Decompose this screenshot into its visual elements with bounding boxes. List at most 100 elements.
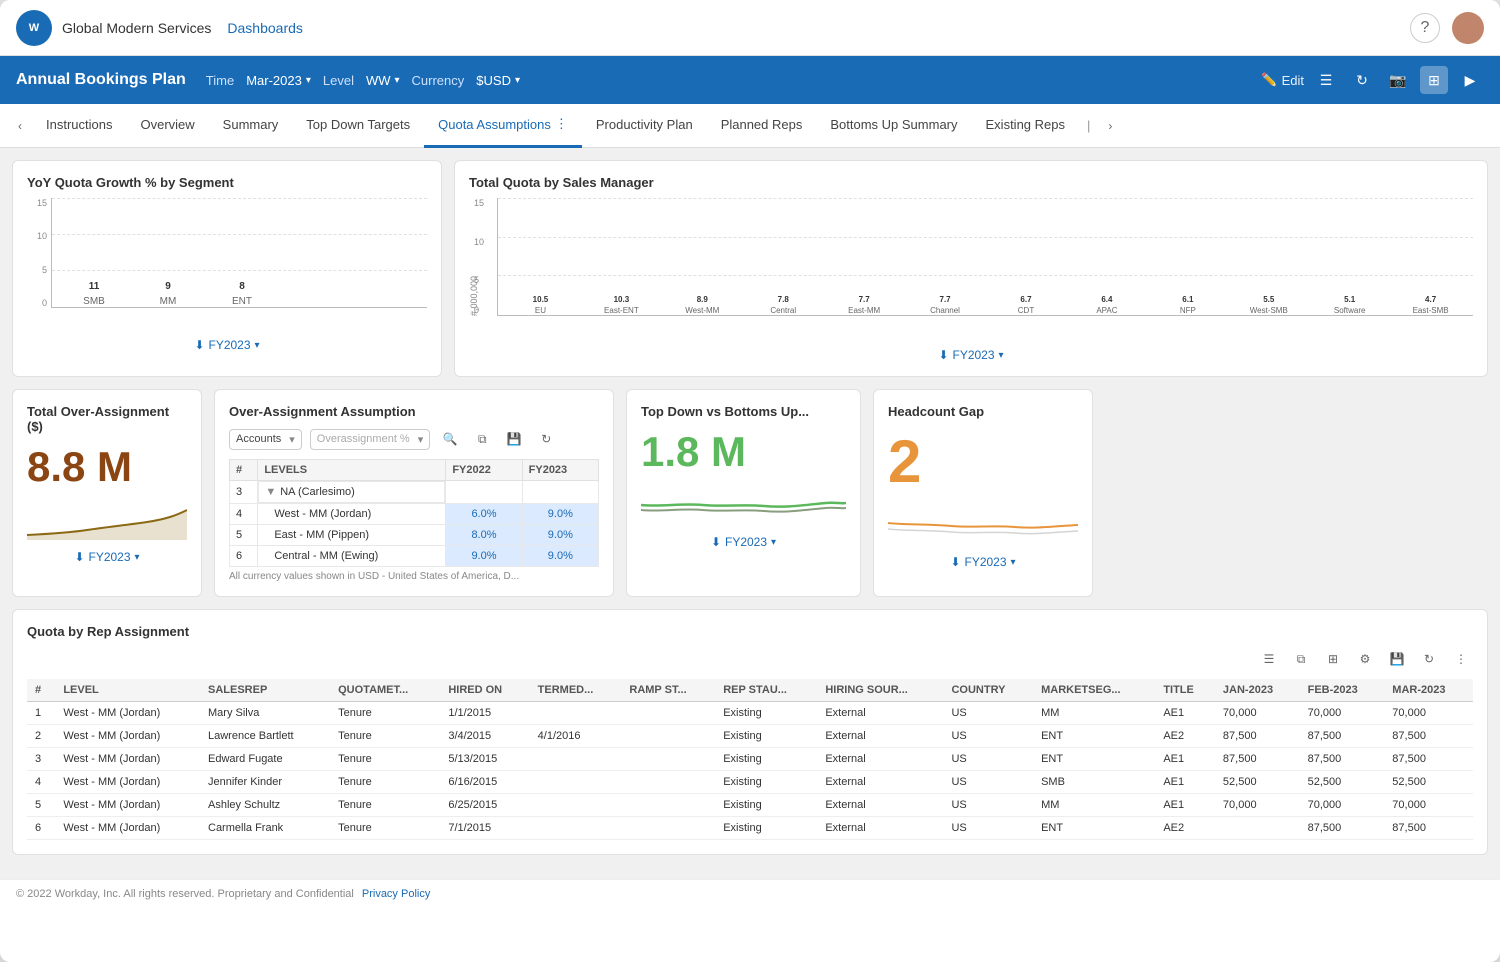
- table-row: 4 West - MM (Jordan) 6.0% 9.0%: [230, 504, 599, 525]
- tabs-bar: ‹ Instructions Overview Summary Top Down…: [0, 104, 1500, 148]
- table-row: 2 West - MM (Jordan) Lawrence Bartlett T…: [27, 725, 1473, 748]
- tab-quota-assumptions[interactable]: Quota Assumptions ⋮: [424, 104, 582, 148]
- level-label: Level: [323, 73, 354, 88]
- time-filter[interactable]: Mar-2023 ▾: [246, 73, 311, 88]
- oa-search-btn[interactable]: 🔍: [438, 427, 462, 451]
- tq-bar-nfp: 6.1 NFP: [1149, 295, 1226, 315]
- qr-col-level: LEVEL: [55, 679, 200, 702]
- headcount-gap-footer[interactable]: ⬇ FY2023 ▾: [888, 555, 1078, 569]
- pencil-icon: ✏️: [1261, 72, 1277, 88]
- video-icon-btn[interactable]: ▶: [1456, 66, 1484, 94]
- workday-logo: W: [16, 10, 52, 46]
- yoy-bar-chart: 15 10 5 0: [27, 198, 427, 328]
- accounts-select[interactable]: Accounts ▾: [229, 429, 302, 450]
- currency-label: Currency: [412, 73, 465, 88]
- overassignment-select[interactable]: Overassignment % ▾: [310, 429, 430, 450]
- qr-more-btn[interactable]: ⋮: [1449, 647, 1473, 671]
- level-chevron: ▾: [395, 75, 400, 86]
- privacy-policy-link[interactable]: Privacy Policy: [362, 888, 430, 900]
- yoy-chart-title: YoY Quota Growth % by Segment: [27, 175, 427, 190]
- tab-productivity-plan[interactable]: Productivity Plan: [582, 104, 707, 148]
- table-row: 6 Central - MM (Ewing) 9.0% 9.0%: [230, 546, 599, 567]
- qr-col-title: TITLE: [1155, 679, 1215, 702]
- qr-refresh-btn[interactable]: ↻: [1417, 647, 1441, 671]
- tab-existing-reps[interactable]: Existing Reps: [972, 104, 1079, 148]
- oa-toolbar: Accounts ▾ Overassignment % ▾ 🔍 ⧉ 💾 ↻: [229, 427, 599, 451]
- over-assign-title: Total Over-Assignment ($): [27, 404, 187, 434]
- filter-icon-btn[interactable]: ☰: [1312, 66, 1340, 94]
- bar-smb: 11 SMB: [72, 281, 116, 307]
- bar-mm: 9 MM: [146, 281, 190, 307]
- quota-rep-card: Quota by Rep Assignment ☰ ⧉ ⊞ ⚙ 💾 ↻ ⋮ # …: [12, 609, 1488, 855]
- tab-overview[interactable]: Overview: [126, 104, 208, 148]
- user-avatar[interactable]: [1452, 12, 1484, 44]
- qr-col-num: #: [27, 679, 55, 702]
- td-filter-icon: ⬇: [711, 535, 721, 549]
- page-title: Annual Bookings Plan: [16, 71, 186, 89]
- over-assign-footer[interactable]: ⬇ FY2023 ▾: [27, 550, 187, 564]
- grid-icon-btn[interactable]: ⊞: [1420, 66, 1448, 94]
- headcount-gap-sparkline: [888, 505, 1078, 545]
- oa-table: # LEVELS FY2022 FY2023 3 ▼ NA (Carlesimo…: [229, 459, 599, 567]
- tq-filter-icon: ⬇: [938, 348, 948, 362]
- main-content: YoY Quota Growth % by Segment 15 10 5 0: [0, 148, 1500, 879]
- qr-filter-btn[interactable]: ☰: [1257, 647, 1281, 671]
- chart-row-2: Total Over-Assignment ($) 8.8 M ⬇ FY2023…: [12, 389, 1488, 597]
- oa-refresh-btn[interactable]: ↻: [534, 427, 558, 451]
- quota-rep-toolbar: ☰ ⧉ ⊞ ⚙ 💾 ↻ ⋮: [27, 647, 1473, 671]
- qr-save-btn[interactable]: 💾: [1385, 647, 1409, 671]
- yoy-chart-footer[interactable]: ⬇ FY2023 ▾: [27, 338, 427, 352]
- header-bar: Annual Bookings Plan Time Mar-2023 ▾ Lev…: [0, 56, 1500, 104]
- help-icon[interactable]: ?: [1410, 13, 1440, 43]
- chart-row-1: YoY Quota Growth % by Segment 15 10 5 0: [12, 160, 1488, 377]
- camera-icon-btn[interactable]: 📷: [1384, 66, 1412, 94]
- tq-bar-east-mm: 7.7 East-MM: [826, 295, 903, 315]
- top-down-footer[interactable]: ⬇ FY2023 ▾: [641, 535, 846, 549]
- tab-prev-btn[interactable]: ‹: [8, 104, 32, 148]
- table-row: 6 West - MM (Jordan) Carmella Frank Tenu…: [27, 817, 1473, 840]
- qr-col-feb: FEB-2023: [1300, 679, 1385, 702]
- nav-icons: ?: [1410, 12, 1484, 44]
- qr-copy-btn[interactable]: ⧉: [1289, 647, 1313, 671]
- tq-bar-central: 7.8 Central: [745, 295, 822, 315]
- oa-footer-note: All currency values shown in USD - Unite…: [229, 571, 599, 582]
- oa-col-fy2023: FY2023: [522, 460, 598, 481]
- qr-col-ramp: RAMP ST...: [621, 679, 715, 702]
- qr-col-quotamet: QUOTAMET...: [330, 679, 440, 702]
- level-filter[interactable]: WW ▾: [366, 73, 400, 88]
- total-quota-footer[interactable]: ⬇ FY2023 ▾: [469, 348, 1473, 362]
- qr-col-country: COUNTRY: [943, 679, 1033, 702]
- tq-bar-east-ent: 10.3 East-ENT: [583, 295, 660, 315]
- qr-col-salesrep: SALESREP: [200, 679, 330, 702]
- tq-bar-eu: 10.5 EU: [502, 295, 579, 315]
- qr-settings-btn[interactable]: ⚙: [1353, 647, 1377, 671]
- total-quota-title: Total Quota by Sales Manager: [469, 175, 1473, 190]
- oa-save-btn[interactable]: 💾: [502, 427, 526, 451]
- over-assign-value: 8.8 M: [27, 444, 187, 490]
- tab-bottoms-up-summary[interactable]: Bottoms Up Summary: [816, 104, 971, 148]
- tab-overflow[interactable]: |: [1079, 118, 1098, 133]
- dashboards-link[interactable]: Dashboards: [227, 20, 303, 36]
- oa-copy-btn[interactable]: ⧉: [470, 427, 494, 451]
- tab-instructions[interactable]: Instructions: [32, 104, 126, 148]
- table-row: 1 West - MM (Jordan) Mary Silva Tenure 1…: [27, 702, 1473, 725]
- copyright-text: © 2022 Workday, Inc. All rights reserved…: [16, 888, 354, 900]
- tab-summary[interactable]: Summary: [209, 104, 293, 148]
- table-row: 4 West - MM (Jordan) Jennifer Kinder Ten…: [27, 771, 1473, 794]
- headcount-gap-title: Headcount Gap: [888, 404, 1078, 419]
- top-down-sparkline: [641, 485, 846, 525]
- oa-filter-icon: ⬇: [74, 550, 84, 564]
- tab-top-down-targets[interactable]: Top Down Targets: [292, 104, 424, 148]
- qr-col-market: MARKETSEG...: [1033, 679, 1155, 702]
- refresh-icon-btn[interactable]: ↻: [1348, 66, 1376, 94]
- qr-expand-btn[interactable]: ⊞: [1321, 647, 1345, 671]
- tab-next-btn[interactable]: ›: [1098, 104, 1122, 148]
- oa-col-levels: LEVELS: [258, 460, 446, 481]
- company-name: Global Modern Services: [62, 20, 211, 36]
- edit-button[interactable]: ✏️ Edit: [1261, 72, 1304, 88]
- qr-col-hired: HIRED ON: [440, 679, 529, 702]
- currency-filter[interactable]: $USD ▾: [476, 73, 520, 88]
- yoy-footer-chevron: ▾: [255, 340, 260, 351]
- tq-bar-software: 5.1 Software: [1311, 295, 1388, 315]
- tab-planned-reps[interactable]: Planned Reps: [707, 104, 817, 148]
